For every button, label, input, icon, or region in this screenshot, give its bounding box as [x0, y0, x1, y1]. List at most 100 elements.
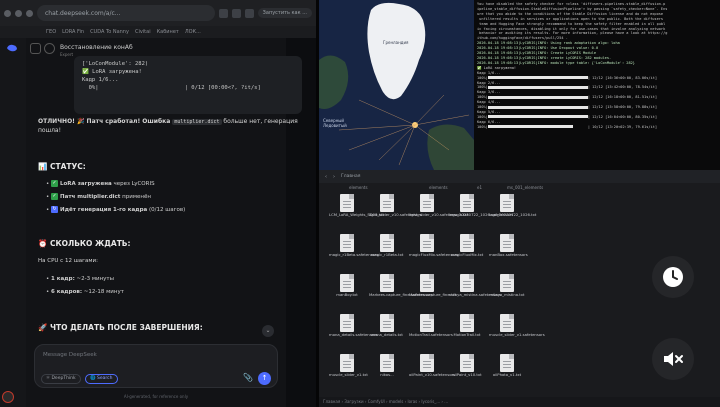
- file-manager-toolbar: ‹ › Главная: [319, 170, 720, 183]
- file-item[interactable]: milaya_mistina.txt: [489, 274, 525, 314]
- file-item[interactable]: Markees.capture_fine.txt: [409, 274, 456, 314]
- address-bar[interactable]: chat.deepseek.com/a/c...: [37, 5, 215, 21]
- wait-intro: На CPU с 12 шагами:: [38, 258, 98, 264]
- file-item[interactable]: mona_details.safetensors: [329, 314, 378, 354]
- success-message-line2: пошла!: [38, 127, 62, 134]
- file-item[interactable]: nikos...: [369, 354, 405, 394]
- tab-icon[interactable]: [244, 8, 254, 18]
- file-item[interactable]: oilPaint_v10.txt: [449, 354, 485, 394]
- bookmark-item[interactable]: Кабинет: [157, 29, 179, 35]
- file-item[interactable]: manBoy.txt: [329, 274, 365, 314]
- file-item[interactable]: magic_r1Beta.safetensors: [329, 234, 378, 274]
- close-window-dot[interactable]: [4, 9, 11, 17]
- file-name: manBoy.txt: [336, 292, 358, 297]
- file-item[interactable]: light_slider_v10.safetensors: [369, 194, 422, 234]
- file-name: manBox.safetensors: [489, 252, 528, 257]
- document-icon: [340, 354, 354, 372]
- file-item[interactable]: MotionTrail.safetensors: [409, 314, 453, 354]
- document-icon: [460, 194, 474, 212]
- bookmark-item[interactable]: ГЕО: [46, 29, 56, 35]
- map-canvas: [319, 0, 474, 170]
- check-icon: ✓: [51, 180, 58, 187]
- file-item[interactable]: Markees.capture_fine.safetensors: [369, 274, 433, 314]
- send-button[interactable]: ↑: [258, 372, 271, 385]
- file-item[interactable]: MotionTrail.txt: [449, 314, 485, 354]
- document-icon: [420, 354, 434, 372]
- file-name: milaya_mistina.txt: [489, 292, 525, 297]
- progress-bar: [487, 85, 588, 89]
- file-name: nikos...: [380, 372, 394, 377]
- bookmark-item[interactable]: Civitai: [135, 29, 151, 35]
- sidebar-toggle-icon[interactable]: [30, 43, 41, 54]
- deepthink-toggle[interactable]: ⚛ DeepThink: [41, 374, 81, 384]
- attach-icon[interactable]: 📎: [243, 373, 253, 382]
- map-view[interactable]: Гренландия Северный Ледовитый: [319, 0, 474, 170]
- progress-bar: [487, 115, 588, 119]
- file-item[interactable]: logo_20230722_1026.safetensors: [449, 194, 513, 234]
- status-item: • ✓ LoRA загружена через LyCORIS: [46, 180, 155, 187]
- file-item[interactable]: magicFluxMix.txt: [449, 234, 485, 274]
- browser-tab-bar: chat.deepseek.com/a/c... Запустить как .…: [0, 0, 316, 26]
- bookmarks-bar: ГЕО LORA Fin CUDA To Nanny Civitai Кабин…: [0, 26, 316, 38]
- wait-item: • 6 кадров: ~12-18 минут: [46, 289, 124, 295]
- forward-arrow-icon[interactable]: ›: [333, 174, 335, 180]
- file-item[interactable]: milaya_mistina.safetensors: [449, 274, 501, 314]
- bookmark-item[interactable]: LORA Fin: [62, 29, 84, 35]
- file-item[interactable]: magicFluxMix.safetensors: [409, 234, 459, 274]
- clock-icon[interactable]: [652, 256, 694, 298]
- document-icon: [380, 314, 394, 332]
- bookmark-item[interactable]: CUDA To Nanny: [90, 29, 129, 35]
- profile-button[interactable]: Запустить как ...: [257, 8, 312, 18]
- document-icon: [460, 354, 474, 372]
- code-line: ['LoConModule': 282): [82, 61, 149, 67]
- progress-text: | 12/12 [15:58<00:00, 79.88s/it]: [587, 105, 658, 110]
- path-bar: Главная › Загрузки › ComfyUI › models › …: [319, 397, 720, 407]
- file-name: magicFluxMix.safetensors: [409, 252, 459, 257]
- search-toggle[interactable]: 🌐 Search: [85, 374, 118, 384]
- bookmark-item[interactable]: ЛОК...: [185, 29, 201, 35]
- sidebar-rail: [0, 38, 28, 407]
- success-prefix: ОТЛИЧНО! 🎉 Патч сработал! Ошибка: [38, 118, 173, 125]
- location-label[interactable]: Главная: [341, 174, 360, 179]
- file-name: oilPhoto_v1.txt: [492, 372, 522, 377]
- success-suffix: больше нет, генерация: [221, 118, 298, 125]
- file-item[interactable]: muscle_slider_v1.safetensors: [489, 314, 545, 354]
- user-avatar[interactable]: [2, 391, 14, 403]
- scroll-down-button[interactable]: ⌄: [262, 325, 274, 337]
- after-heading: 🚀 ЧТО ДЕЛАТЬ ПОСЛЕ ЗАВЕРШЕНИЯ:: [38, 323, 203, 332]
- progress-bar: [487, 105, 588, 109]
- code-line: ✅ LoRA загружена!: [82, 69, 142, 75]
- new-chat-icon[interactable]: [44, 43, 55, 54]
- tab-icon[interactable]: [231, 8, 241, 18]
- file-item[interactable]: light_slider_v10.safetensors.txt: [409, 194, 468, 234]
- file-item[interactable]: LCM_LoRA_Weights_SD15.txt: [329, 194, 384, 234]
- document-icon: [500, 274, 514, 292]
- deepseek-logo-icon[interactable]: [6, 43, 18, 53]
- file-item[interactable]: oilPhoto_v1.txt: [489, 354, 525, 394]
- file-name: Markees.capture_fine.safetensors: [369, 292, 433, 297]
- progress-bar: [487, 95, 588, 99]
- speaker-muted-icon[interactable]: [652, 338, 694, 380]
- message-input-box[interactable]: Message DeepSeek ⚛ DeepThink 🌐 Search 📎 …: [34, 344, 278, 388]
- file-item[interactable]: manBox.safetensors: [489, 234, 528, 274]
- file-item[interactable]: logo_20230722_1026.txt: [489, 194, 536, 234]
- file-item[interactable]: mona_details.txt: [369, 314, 405, 354]
- file-name: mona_details.safetensors: [329, 332, 378, 337]
- document-icon: [460, 234, 474, 252]
- message-input[interactable]: Message DeepSeek: [43, 352, 97, 358]
- tab-icon[interactable]: [218, 8, 228, 18]
- file-name: muscle_slider_v1.txt: [329, 372, 368, 377]
- file-item[interactable]: oilPaint_v10.safetensors: [409, 354, 455, 394]
- terminal-window[interactable]: You have disabled the safety checker for…: [474, 0, 720, 170]
- maximize-window-dot[interactable]: [26, 9, 33, 17]
- minimize-window-dot[interactable]: [15, 9, 22, 17]
- back-arrow-icon[interactable]: ‹: [325, 174, 327, 180]
- chat-title: Восстановление конАб: [60, 44, 133, 51]
- document-icon: [420, 234, 434, 252]
- map-label: Северный Ледовитый: [323, 118, 347, 128]
- file-item[interactable]: muscle_slider_v1.txt: [329, 354, 368, 394]
- chat-panel: Восстановление конАб Expert ['LoConModul…: [26, 38, 302, 407]
- progress-text: | 10/12 [13:20<02:39, 79.61s/it]: [587, 124, 658, 129]
- document-icon: [460, 274, 474, 292]
- file-item[interactable]: magic_r1Beta.txt: [369, 234, 405, 274]
